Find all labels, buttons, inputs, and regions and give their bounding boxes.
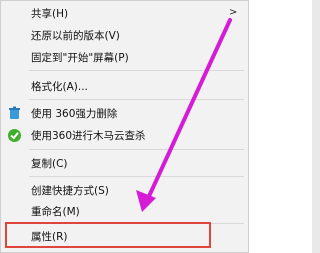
menu-item-360-force-delete[interactable]: 使用 360强力删除	[31, 107, 117, 121]
chevron-right-icon: >	[229, 7, 238, 18]
context-menu: 共享(H) > 还原以前的版本(V) 固定到"开始"屏幕(P) 格式化(A)..…	[0, 0, 249, 253]
menu-separator	[29, 176, 244, 177]
properties-highlight-box	[5, 222, 211, 248]
menu-separator	[29, 99, 244, 100]
360-delete-icon	[7, 106, 22, 121]
menu-item-pin-to-start[interactable]: 固定到"开始"屏幕(P)	[31, 51, 129, 65]
menu-item-create-shortcut[interactable]: 创建快捷方式(S)	[31, 184, 109, 198]
menu-item-restore-previous-versions[interactable]: 还原以前的版本(V)	[31, 29, 120, 43]
menu-item-copy[interactable]: 复制(C)	[31, 157, 68, 171]
menu-item-360-trojan-scan[interactable]: 使用360进行木马云查杀	[31, 129, 146, 143]
menu-separator	[29, 70, 244, 71]
window-edge	[312, 0, 320, 253]
360-scan-icon	[7, 128, 22, 143]
menu-item-rename[interactable]: 重命名(M)	[31, 205, 80, 219]
menu-item-share[interactable]: 共享(H)	[31, 7, 68, 21]
menu-item-format[interactable]: 格式化(A)...	[31, 80, 88, 94]
menu-separator	[29, 149, 244, 150]
